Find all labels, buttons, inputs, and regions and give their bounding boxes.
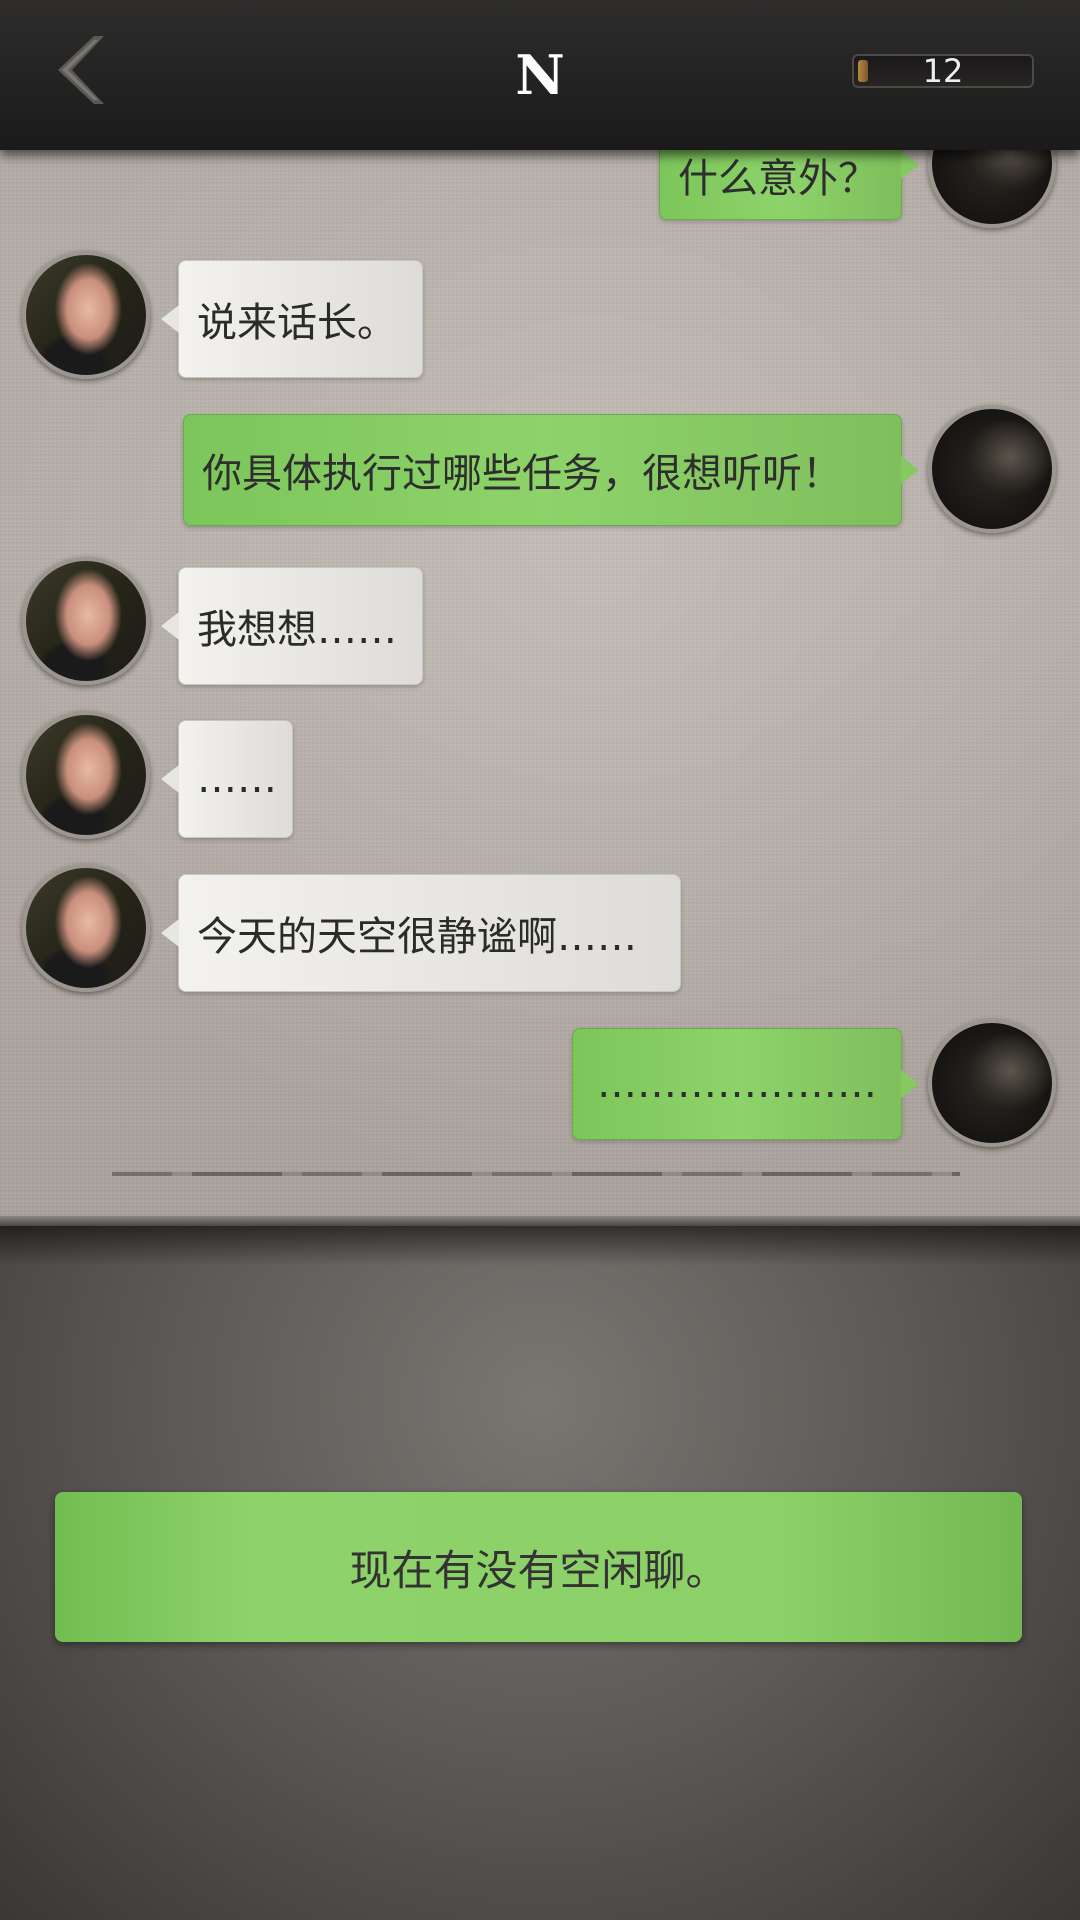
message-bubble: 你具体执行过哪些任务，很想听听！ <box>183 414 919 526</box>
counter-value: 12 <box>922 52 964 90</box>
avatar <box>22 711 150 839</box>
avatar <box>22 557 150 685</box>
message-bubble: 说来话长。 <box>161 260 423 378</box>
chat-area[interactable]: 什么意外？ 说来话长。 你具体执行过哪些任务，很想听听！ 我想想…… …… 今天… <box>0 120 1080 1220</box>
message-bubble: ………………… <box>572 1028 919 1140</box>
divider <box>112 1172 960 1176</box>
avatar <box>22 864 150 992</box>
top-bar: N 12 <box>0 0 1080 150</box>
reply-option-button[interactable]: 现在有没有空闲聊。 <box>55 1492 1022 1642</box>
avatar <box>22 251 150 379</box>
avatar <box>928 405 1056 533</box>
paper-edge <box>0 1216 1080 1226</box>
message-bubble: 我想想…… <box>161 567 423 685</box>
message-bubble: 今天的天空很静谧啊…… <box>161 874 681 992</box>
message-bubble: …… <box>161 720 293 838</box>
avatar <box>928 1019 1056 1147</box>
counter-bar: 12 <box>852 54 1034 88</box>
